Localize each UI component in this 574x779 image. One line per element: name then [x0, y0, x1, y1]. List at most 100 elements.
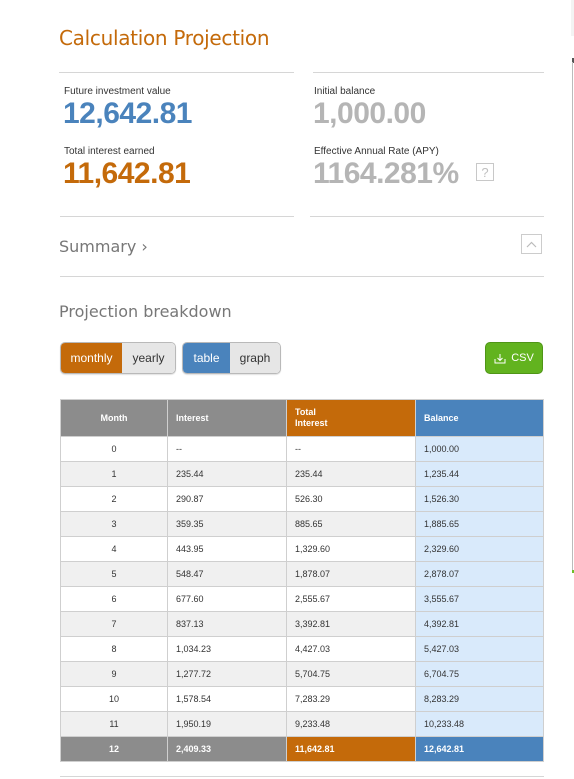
cell-interest: 548.47: [167, 561, 287, 587]
cell-balance: 1,235.44: [415, 461, 544, 487]
table-row: 10 1,578.54 7,283.29 8,283.29: [60, 686, 544, 712]
cell-interest: 290.87: [167, 486, 287, 512]
csv-download-button[interactable]: CSV: [485, 342, 543, 374]
table-row: 6 677.60 2,555.67 3,555.67: [60, 586, 544, 612]
cell-interest: 837.13: [167, 611, 287, 637]
download-icon: [494, 353, 506, 363]
cell-month: 9: [60, 661, 168, 687]
page-title: Calculation Projection: [59, 26, 270, 50]
future-value-label: Future investment value: [64, 86, 171, 97]
initial-balance-value: 1,000.00: [313, 97, 426, 130]
section-title: Projection breakdown: [59, 302, 232, 321]
cell-total-interest: 1,878.07: [286, 561, 416, 587]
apy-value: 1164.281%: [313, 157, 459, 190]
table-row: 9 1,277.72 5,704.75 6,704.75: [60, 661, 544, 687]
adjacent-panel-border: [572, 62, 573, 570]
header-total-interest-label: Total Interest: [295, 407, 328, 428]
divider: [60, 276, 544, 277]
header-total-interest[interactable]: Total Interest: [286, 399, 416, 437]
cell-balance: 1,885.65: [415, 511, 544, 537]
cell-balance: 5,427.03: [415, 636, 544, 662]
graph-option[interactable]: graph: [230, 343, 280, 373]
apy-label: Effective Annual Rate (APY): [314, 146, 439, 157]
cell-month: 1: [60, 461, 168, 487]
cell-month: 3: [60, 511, 168, 537]
table-row: 0 -- -- 1,000.00: [60, 436, 544, 462]
cell-month: 5: [60, 561, 168, 587]
chevron-up-icon: [526, 241, 537, 247]
cell-total-interest: --: [286, 436, 416, 462]
period-toggle: monthly yearly: [60, 342, 176, 374]
cell-interest: 443.95: [167, 536, 287, 562]
table-row: 4 443.95 1,329.60 2,329.60: [60, 536, 544, 562]
projection-table: Month Interest Total Interest Balance 0-…: [60, 399, 544, 762]
table-row: 1 235.44 235.44 1,235.44: [60, 461, 544, 487]
cell-total-interest: 7,283.29: [286, 686, 416, 712]
divider: [60, 216, 294, 217]
cell-total-interest: 885.65: [286, 511, 416, 537]
cell-interest: 359.35: [167, 511, 287, 537]
cell-balance: 12,642.81: [415, 736, 544, 762]
cell-balance: 1,526.30: [415, 486, 544, 512]
table-row: 2 290.87 526.30 1,526.30: [60, 486, 544, 512]
cell-balance: 1,000.00: [415, 436, 544, 462]
cell-total-interest: 11,642.81: [286, 736, 416, 762]
cell-interest: 2,409.33: [167, 736, 287, 762]
yearly-option[interactable]: yearly: [122, 343, 175, 373]
view-toggle: table graph: [182, 342, 281, 374]
total-interest-value: 11,642.81: [63, 157, 191, 190]
table-row: 5 548.47 1,878.07 2,878.07: [60, 561, 544, 587]
cell-interest: 677.60: [167, 586, 287, 612]
csv-label: CSV: [511, 352, 534, 364]
cell-balance: 2,878.07: [415, 561, 544, 587]
table-header-row: Month Interest Total Interest Balance: [60, 399, 544, 437]
summary-toggle[interactable]: Summary ›: [59, 237, 148, 256]
cell-interest: 1,950.19: [167, 711, 287, 737]
cell-total-interest: 1,329.60: [286, 536, 416, 562]
cell-total-interest: 526.30: [286, 486, 416, 512]
cell-balance: 3,555.67: [415, 586, 544, 612]
cell-total-interest: 4,427.03: [286, 636, 416, 662]
cell-total-interest: 3,392.81: [286, 611, 416, 637]
header-interest[interactable]: Interest: [167, 399, 287, 437]
header-balance[interactable]: Balance: [415, 399, 544, 437]
cell-month: 2: [60, 486, 168, 512]
table-row-final: 12 2,409.33 11,642.81 12,642.81: [60, 736, 544, 762]
table-row: 3 359.35 885.65 1,885.65: [60, 511, 544, 537]
cell-month: 10: [60, 686, 168, 712]
cell-month: 7: [60, 611, 168, 637]
table-row: 11 1,950.19 9,233.48 10,233.48: [60, 711, 544, 737]
monthly-option[interactable]: monthly: [61, 343, 122, 373]
future-value: 12,642.81: [63, 97, 192, 130]
cell-month: 11: [60, 711, 168, 737]
divider: [59, 72, 294, 73]
table-row: 7 837.13 3,392.81 4,392.81: [60, 611, 544, 637]
cell-total-interest: 235.44: [286, 461, 416, 487]
divider: [310, 216, 544, 217]
initial-balance-label: Initial balance: [314, 86, 376, 97]
cell-month: 12: [60, 736, 168, 762]
table-option[interactable]: table: [183, 343, 230, 373]
cell-balance: 8,283.29: [415, 686, 544, 712]
header-month[interactable]: Month: [60, 399, 168, 437]
cell-total-interest: 5,704.75: [286, 661, 416, 687]
cell-balance: 4,392.81: [415, 611, 544, 637]
cell-total-interest: 2,555.67: [286, 586, 416, 612]
cell-interest: 1,578.54: [167, 686, 287, 712]
cell-balance: 6,704.75: [415, 661, 544, 687]
table-row: 8 1,034.23 4,427.03 5,427.03: [60, 636, 544, 662]
cell-interest: 1,034.23: [167, 636, 287, 662]
divider: [313, 72, 544, 73]
cell-balance: 10,233.48: [415, 711, 544, 737]
cell-month: 8: [60, 636, 168, 662]
divider: [60, 776, 544, 777]
cell-interest: 1,277.72: [167, 661, 287, 687]
help-icon[interactable]: ?: [476, 163, 494, 181]
total-interest-label: Total interest earned: [64, 146, 155, 157]
collapse-button[interactable]: [521, 234, 542, 254]
cell-month: 0: [60, 436, 168, 462]
cell-interest: --: [167, 436, 287, 462]
cell-interest: 235.44: [167, 461, 287, 487]
cell-total-interest: 9,233.48: [286, 711, 416, 737]
cell-month: 4: [60, 536, 168, 562]
